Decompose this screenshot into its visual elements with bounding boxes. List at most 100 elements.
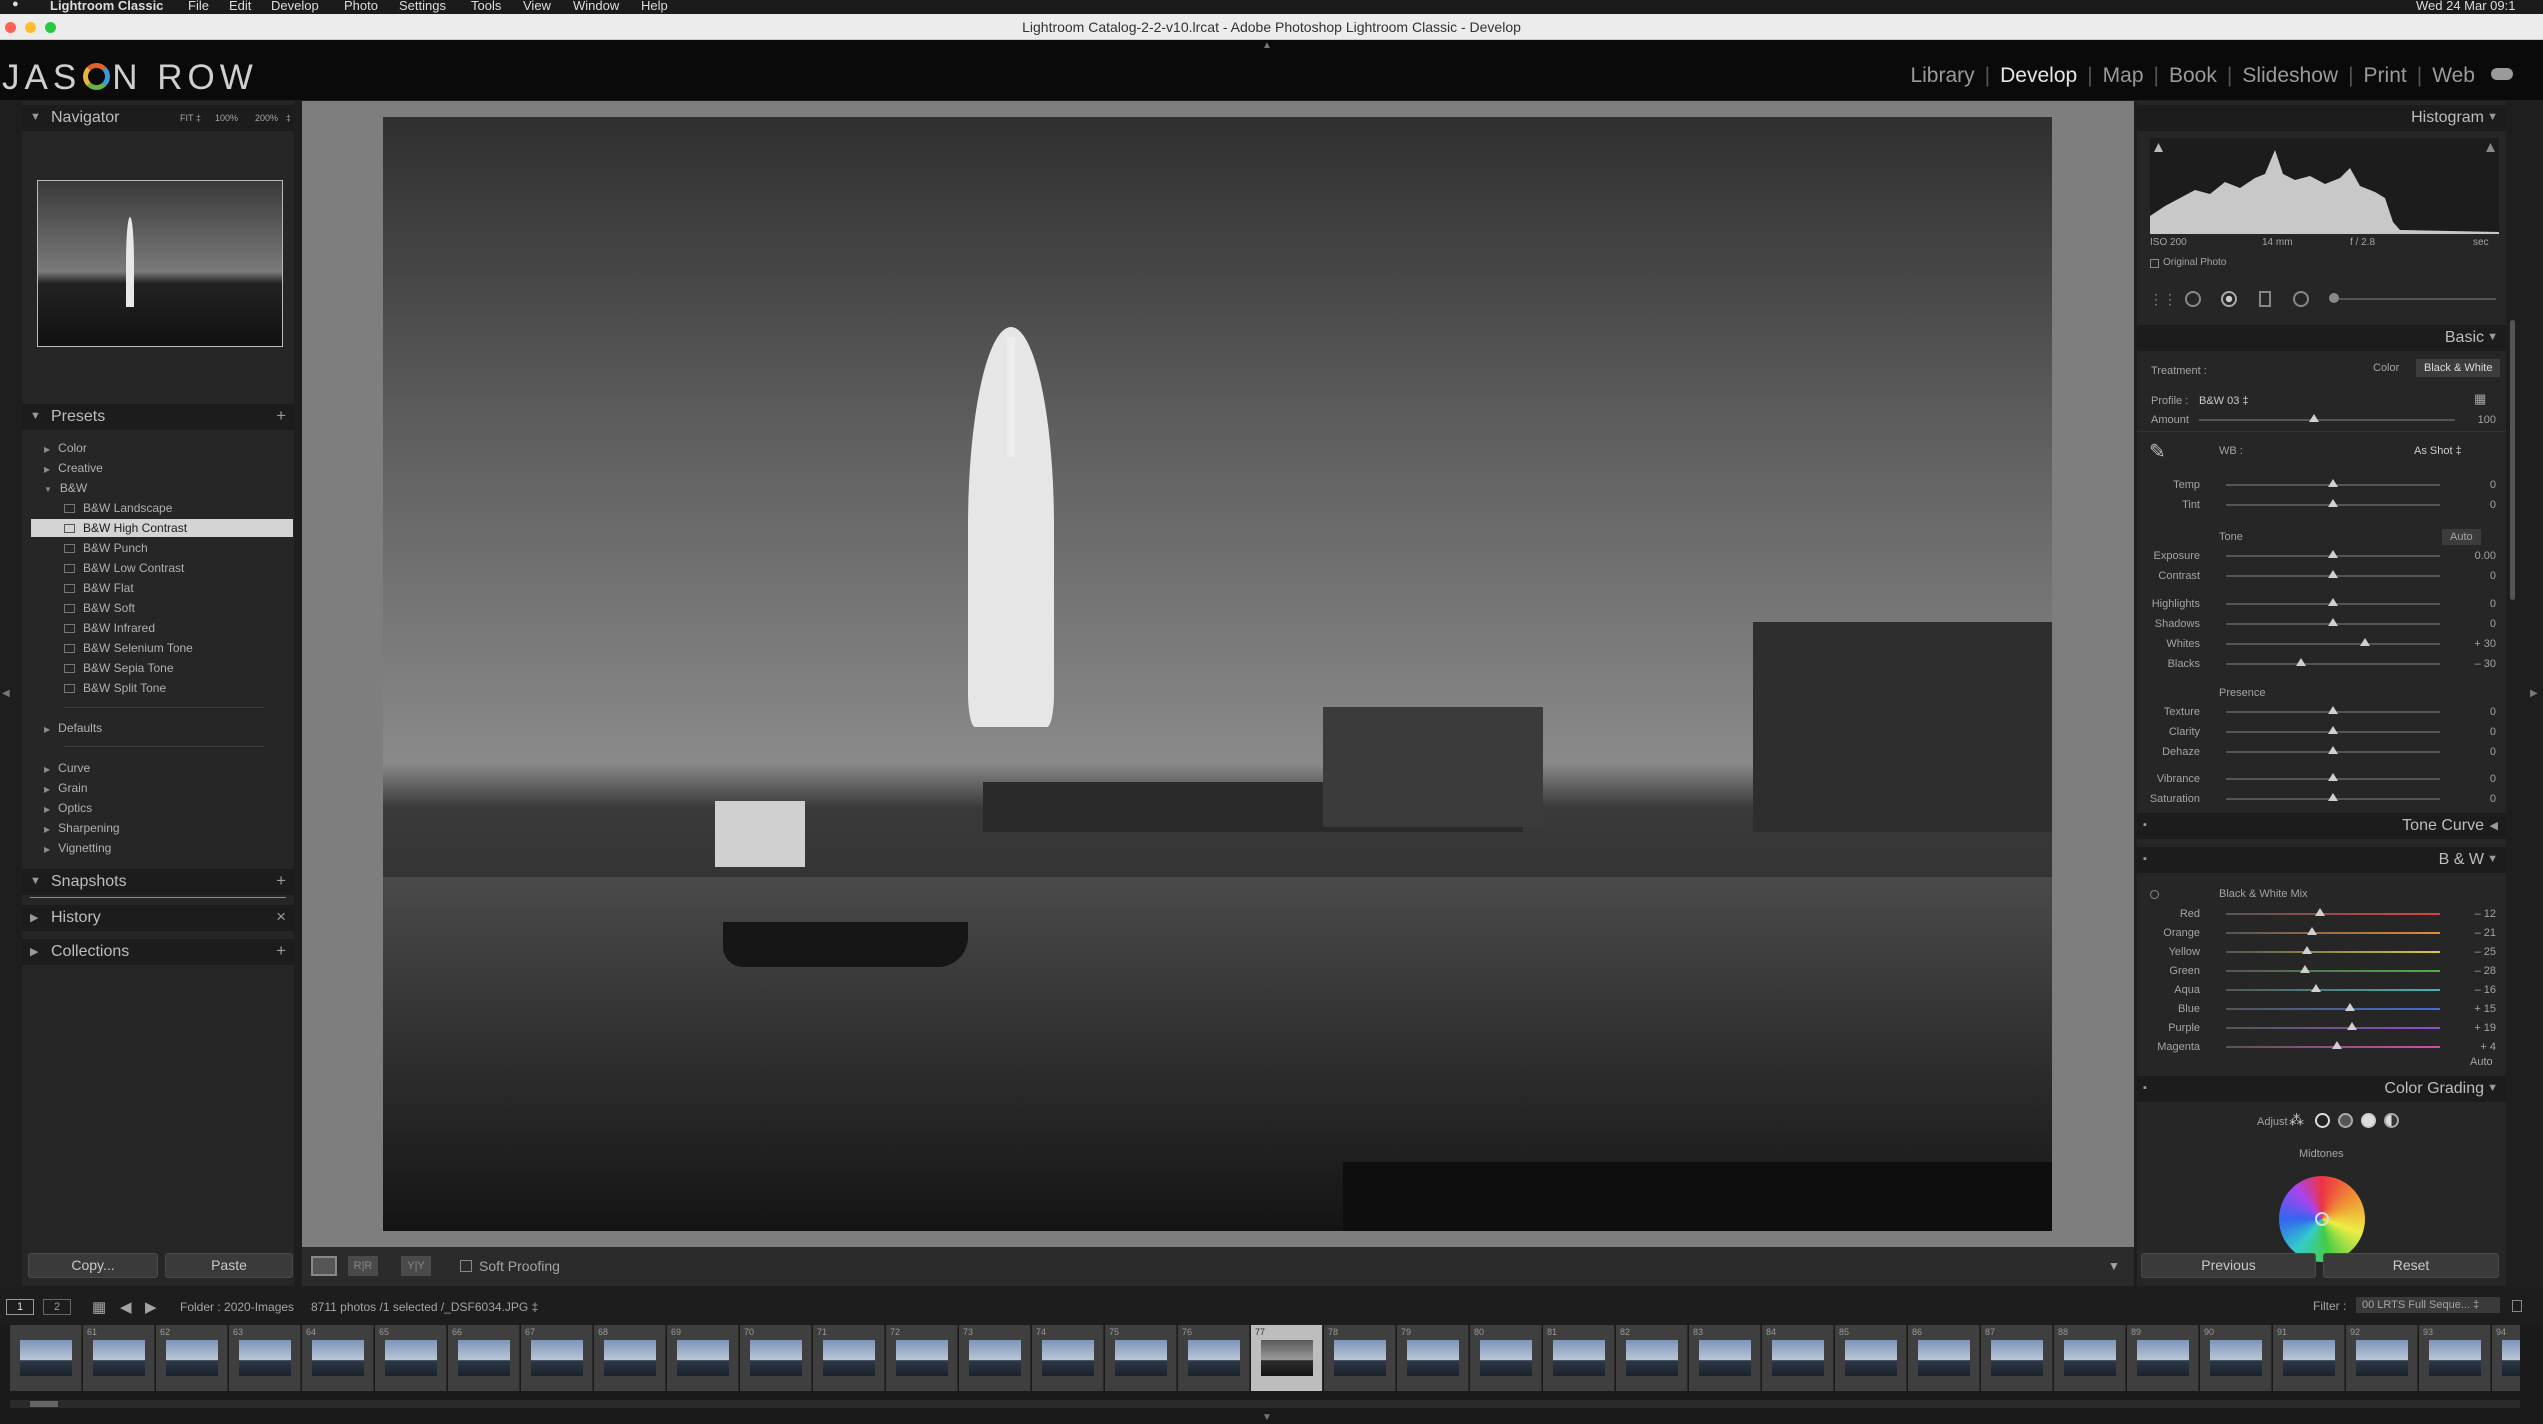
module-web[interactable]: Web: [2430, 64, 2477, 88]
basic-header[interactable]: Basic ▼: [2137, 325, 2506, 351]
preset-item[interactable]: B&W Flat: [64, 581, 134, 595]
filmstrip-thumbnail[interactable]: 86: [1908, 1325, 1980, 1391]
filmstrip-thumbnail[interactable]: 77: [1251, 1325, 1323, 1391]
bottom-panel-toggle-icon[interactable]: ▼: [1262, 1412, 1272, 1423]
filmstrip-thumbnail[interactable]: 92: [2346, 1325, 2418, 1391]
preset-item[interactable]: B&W Soft: [64, 601, 135, 615]
slider-handle[interactable]: [2328, 550, 2338, 558]
filmstrip-thumbnail[interactable]: 62: [156, 1325, 228, 1391]
menu-help[interactable]: Help: [641, 0, 668, 13]
filmstrip-thumbnail[interactable]: [10, 1325, 82, 1391]
filmstrip-thumbnail[interactable]: 67: [521, 1325, 593, 1391]
secondary-window-button[interactable]: 2: [43, 1299, 71, 1315]
yy-view-icon[interactable]: Y|Y: [401, 1256, 431, 1276]
filmstrip-thumbnail[interactable]: 63: [229, 1325, 301, 1391]
reset-button[interactable]: Reset: [2323, 1253, 2499, 1278]
slider-saturation[interactable]: Saturation 0: [2145, 790, 2500, 808]
forward-arrow-icon[interactable]: ▶: [145, 1298, 157, 1316]
slider-value[interactable]: + 15: [2474, 1003, 2496, 1015]
slider-handle[interactable]: [2328, 479, 2338, 487]
slider-handle[interactable]: [2310, 984, 2321, 992]
amount-slider[interactable]: Amount 100: [2145, 411, 2500, 429]
slider-handle[interactable]: [2360, 638, 2371, 646]
navigator-preview[interactable]: [37, 180, 283, 347]
slider-handle[interactable]: [2332, 1041, 2343, 1049]
preset-group-bw[interactable]: ▼ B&W: [44, 481, 87, 495]
slider-yellow[interactable]: Yellow – 25: [2145, 943, 2500, 961]
slider-value[interactable]: 0: [2490, 726, 2496, 738]
slider-handle[interactable]: [2315, 908, 2326, 916]
top-panel-toggle-icon[interactable]: ▲: [1262, 40, 1272, 51]
slider-handle[interactable]: [2328, 793, 2338, 801]
slider-value[interactable]: 0: [2490, 706, 2496, 718]
tone-curve-header[interactable]: ▪ Tone Curve ◀: [2137, 813, 2506, 839]
cloud-icon[interactable]: [2491, 68, 2513, 80]
slider-value[interactable]: – 30: [2475, 658, 2496, 670]
filmstrip-thumbnail[interactable]: 75: [1105, 1325, 1177, 1391]
slider-shadows[interactable]: Shadows 0: [2145, 615, 2500, 633]
zoom-100-button[interactable]: 100%: [215, 113, 238, 123]
slider-track[interactable]: [2226, 970, 2440, 972]
slider-value[interactable]: 0: [2490, 618, 2496, 630]
grid-view-icon[interactable]: ▦: [92, 1298, 106, 1316]
slider-value[interactable]: – 16: [2475, 984, 2496, 996]
filmstrip-thumbnail[interactable]: 79: [1397, 1325, 1469, 1391]
menu-app-name[interactable]: Lightroom Classic: [50, 0, 163, 13]
filmstrip-thumbnail[interactable]: 89: [2127, 1325, 2199, 1391]
wb-dropdown[interactable]: As Shot ‡: [2414, 445, 2462, 457]
slider-value[interactable]: 0: [2490, 793, 2496, 805]
slider-tint[interactable]: Tint 0: [2145, 496, 2500, 514]
profile-browser-icon[interactable]: ▦: [2474, 391, 2486, 407]
slider-aqua[interactable]: Aqua – 16: [2145, 981, 2500, 999]
slider-blue[interactable]: Blue + 15: [2145, 1000, 2500, 1018]
preset-item[interactable]: B&W Selenium Tone: [64, 641, 193, 655]
slider-track[interactable]: [2226, 663, 2440, 665]
slider-handle[interactable]: [2347, 1022, 2358, 1030]
filmstrip-thumbnail[interactable]: 64: [302, 1325, 374, 1391]
filmstrip-thumbnail[interactable]: 91: [2273, 1325, 2345, 1391]
filter-dropdown[interactable]: 00 LRTS Full Seque... ‡: [2356, 1297, 2500, 1313]
filmstrip-thumbnail[interactable]: 83: [1689, 1325, 1761, 1391]
filmstrip-scrollbar[interactable]: [10, 1400, 2520, 1408]
filmstrip-thumbnail[interactable]: 94: [2492, 1325, 2520, 1391]
slider-value[interactable]: 0: [2490, 746, 2496, 758]
treatment-color-button[interactable]: Color: [2373, 362, 2399, 374]
slider-vibrance[interactable]: Vibrance 0: [2145, 770, 2500, 788]
slider-handle[interactable]: [2300, 965, 2311, 973]
preset-item[interactable]: B&W Infrared: [64, 621, 155, 635]
profile-dropdown[interactable]: B&W 03 ‡: [2199, 395, 2249, 407]
filmstrip-thumbnail[interactable]: 87: [1981, 1325, 2053, 1391]
slider-handle[interactable]: [2328, 570, 2338, 578]
filmstrip-thumbnail[interactable]: 70: [740, 1325, 812, 1391]
zoom-fit-button[interactable]: FIT ‡: [180, 113, 201, 123]
slider-track[interactable]: [2226, 913, 2440, 915]
slider-texture[interactable]: Texture 0: [2145, 703, 2500, 721]
right-panel-toggle-icon[interactable]: ▶: [2530, 688, 2538, 699]
module-book[interactable]: Book: [2167, 64, 2219, 88]
menu-tools[interactable]: Tools: [471, 0, 501, 13]
left-panel-toggle-icon[interactable]: ◀: [2, 688, 10, 699]
filter-lock-icon[interactable]: [2512, 1300, 2522, 1312]
slider-red[interactable]: Red – 12: [2145, 905, 2500, 923]
menu-window[interactable]: Window: [573, 0, 619, 13]
filmstrip-thumbnail[interactable]: 61: [83, 1325, 155, 1391]
slider-value[interactable]: + 19: [2474, 1022, 2496, 1034]
preset-group-sharpening[interactable]: ▶ Sharpening: [44, 821, 120, 835]
module-develop[interactable]: Develop: [1998, 64, 2079, 88]
slider-handle[interactable]: [2345, 1003, 2356, 1011]
slider-track[interactable]: [2226, 951, 2440, 953]
back-arrow-icon[interactable]: ◀: [120, 1298, 132, 1316]
preset-item[interactable]: B&W Split Tone: [64, 681, 166, 695]
slider-blacks[interactable]: Blacks – 30: [2145, 655, 2500, 673]
previous-button[interactable]: Previous: [2141, 1253, 2316, 1278]
brush-slider-handle[interactable]: [2329, 293, 2339, 303]
filmstrip-thumbnail[interactable]: 66: [448, 1325, 520, 1391]
treatment-bw-button[interactable]: Black & White: [2416, 359, 2501, 377]
module-slideshow[interactable]: Slideshow: [2240, 64, 2340, 88]
slider-value[interactable]: 0: [2490, 570, 2496, 582]
clear-history-icon[interactable]: ×: [276, 907, 286, 927]
filmstrip-thumbnail[interactable]: 81: [1543, 1325, 1615, 1391]
original-photo-checkbox[interactable]: [2150, 259, 2159, 268]
filmstrip-thumbnail[interactable]: 88: [2054, 1325, 2126, 1391]
slider-exposure[interactable]: Exposure 0.00: [2145, 547, 2500, 565]
